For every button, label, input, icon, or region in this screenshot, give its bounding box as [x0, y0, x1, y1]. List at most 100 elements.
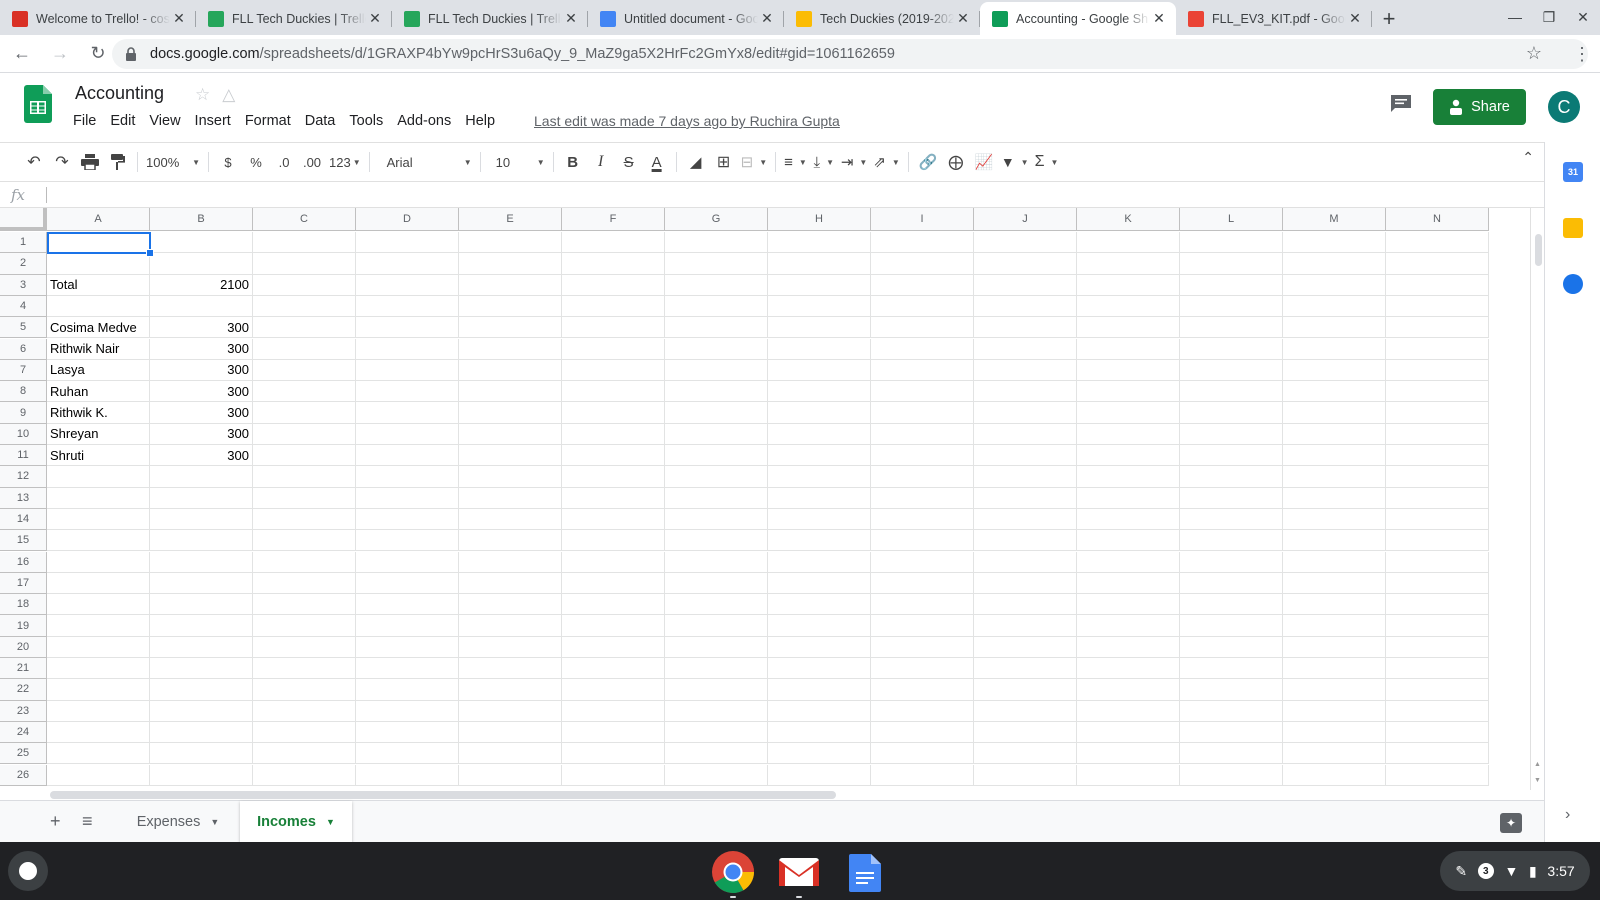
menu-file[interactable]: File: [66, 113, 103, 129]
browser-tab[interactable]: FLL Tech Duckies | Trello ✕: [392, 2, 588, 35]
cell[interactable]: [562, 402, 665, 424]
row-header[interactable]: 20: [0, 636, 47, 658]
cell[interactable]: [1283, 274, 1386, 296]
cell[interactable]: [768, 721, 871, 744]
cell[interactable]: [1077, 530, 1180, 552]
cell[interactable]: [974, 551, 1077, 573]
menu-add-ons[interactable]: Add-ons: [390, 113, 458, 129]
close-tab-icon[interactable]: ✕: [170, 10, 188, 27]
cell[interactable]: [459, 317, 562, 339]
cell[interactable]: [768, 359, 871, 382]
cell[interactable]: [768, 381, 871, 403]
cell[interactable]: Ruhan: [47, 381, 150, 403]
undo-icon[interactable]: ↶: [20, 148, 48, 176]
cell[interactable]: [459, 508, 562, 531]
cell[interactable]: [1283, 743, 1386, 765]
sheet-tab-incomes[interactable]: Incomes ▼: [240, 801, 352, 843]
cell[interactable]: [459, 679, 562, 701]
cell[interactable]: [1077, 381, 1180, 403]
cell[interactable]: [768, 594, 871, 616]
cell[interactable]: [665, 317, 768, 339]
cell[interactable]: Cosima Medve: [47, 317, 150, 339]
cell[interactable]: [253, 572, 356, 595]
cell[interactable]: [253, 295, 356, 318]
cell[interactable]: [1283, 679, 1386, 701]
cell[interactable]: 300: [150, 423, 253, 445]
explore-icon[interactable]: ✦: [1500, 813, 1522, 833]
cell[interactable]: [1283, 615, 1386, 637]
cell[interactable]: [1386, 423, 1489, 445]
cell[interactable]: [1180, 764, 1283, 786]
cell[interactable]: [1180, 445, 1283, 467]
cell[interactable]: [1386, 232, 1489, 254]
cell[interactable]: [1386, 466, 1489, 488]
chrome-app-icon[interactable]: [711, 850, 755, 898]
cell[interactable]: [974, 530, 1077, 552]
cell[interactable]: [1180, 487, 1283, 509]
cell[interactable]: [1386, 743, 1489, 765]
cell[interactable]: [1386, 636, 1489, 658]
cell[interactable]: [562, 466, 665, 488]
browser-tab[interactable]: Welcome to Trello! - cos ✕: [0, 2, 196, 35]
cell[interactable]: [871, 572, 974, 595]
cell[interactable]: [459, 764, 562, 786]
cell[interactable]: [253, 338, 356, 360]
row-header[interactable]: 23: [0, 700, 47, 722]
cell[interactable]: [665, 658, 768, 680]
cell[interactable]: [665, 445, 768, 467]
cell[interactable]: [871, 402, 974, 424]
cell[interactable]: [768, 572, 871, 595]
system-tray[interactable]: ✎ 3 ▼ ▮ 3:57: [1440, 851, 1590, 891]
close-window-icon[interactable]: ✕: [1566, 0, 1600, 34]
browser-tab[interactable]: FLL_EV3_KIT.pdf - Goog ✕: [1176, 2, 1372, 35]
cell[interactable]: [665, 423, 768, 445]
cell[interactable]: [1386, 615, 1489, 637]
cell[interactable]: [356, 423, 459, 445]
row-header[interactable]: 21: [0, 658, 47, 680]
column-header[interactable]: N: [1386, 208, 1489, 231]
cell[interactable]: [665, 253, 768, 275]
cell[interactable]: [459, 572, 562, 595]
cell[interactable]: [1077, 423, 1180, 445]
cell[interactable]: [871, 381, 974, 403]
borders-icon[interactable]: ⊞: [710, 148, 738, 176]
cell[interactable]: [1283, 572, 1386, 595]
cell[interactable]: [1283, 445, 1386, 467]
cell[interactable]: [1283, 232, 1386, 254]
cell[interactable]: [1386, 679, 1489, 701]
cell[interactable]: [1077, 743, 1180, 765]
select-all-corner[interactable]: [0, 208, 47, 231]
cell[interactable]: [1386, 721, 1489, 744]
cell[interactable]: Shruti: [47, 445, 150, 467]
cell[interactable]: [1283, 594, 1386, 616]
cell[interactable]: [1077, 679, 1180, 701]
cell[interactable]: [665, 530, 768, 552]
cell[interactable]: [459, 274, 562, 296]
cell[interactable]: [356, 359, 459, 382]
vertical-align-icon[interactable]: ⤓ ▼: [810, 148, 838, 176]
row-header[interactable]: 13: [0, 487, 47, 509]
cell[interactable]: [871, 615, 974, 637]
column-header[interactable]: H: [768, 208, 871, 231]
cell[interactable]: [253, 594, 356, 616]
cell[interactable]: [47, 764, 150, 786]
cell[interactable]: [1180, 381, 1283, 403]
fill-color-icon[interactable]: ◢: [682, 148, 710, 176]
row-header[interactable]: 11: [0, 445, 47, 467]
cell[interactable]: [253, 508, 356, 531]
cell[interactable]: [562, 721, 665, 744]
horizontal-scrollbar[interactable]: [47, 788, 1530, 800]
cell[interactable]: [1180, 338, 1283, 360]
cell[interactable]: [1386, 764, 1489, 786]
cell[interactable]: [1180, 295, 1283, 318]
cell[interactable]: [150, 743, 253, 765]
cell[interactable]: [356, 700, 459, 722]
menu-data[interactable]: Data: [298, 113, 343, 129]
new-tab-button[interactable]: +: [1372, 2, 1406, 35]
cell[interactable]: [150, 700, 253, 722]
cell[interactable]: [665, 402, 768, 424]
cell[interactable]: [562, 700, 665, 722]
cell[interactable]: [1386, 594, 1489, 616]
vertical-scrollbar[interactable]: ▲ ▼: [1530, 208, 1544, 790]
font-size-select[interactable]: 10 ▼: [486, 148, 548, 176]
